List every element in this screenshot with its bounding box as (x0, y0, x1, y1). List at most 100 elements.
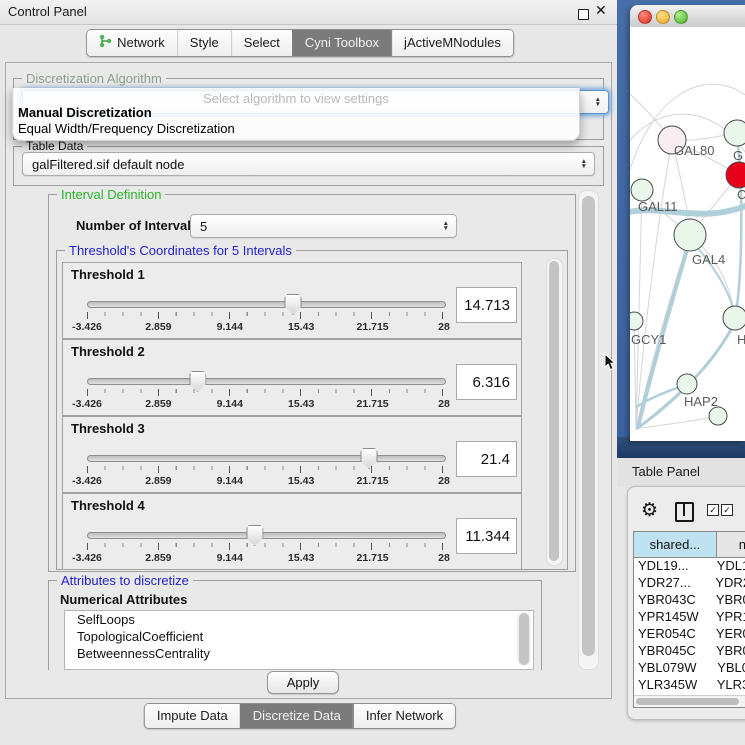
panel-scrollbar-thumb[interactable] (582, 196, 595, 656)
table-row[interactable]: YBR045CYBR0 (634, 643, 745, 660)
slider-track[interactable] (87, 378, 446, 385)
table-row[interactable]: YLR345WYLR3 (634, 677, 745, 694)
panel-scrollbar[interactable] (578, 190, 599, 670)
table-cell[interactable]: YPR145W (634, 609, 712, 626)
node-attribute-table: shared... n YDL19...YDL1YDR27...YDR2YBR0… (633, 531, 745, 708)
table-cell[interactable]: YDL19... (634, 558, 713, 575)
node-table-body: YDL19...YDL1YDR27...YDR2YBR043CYBR0YPR14… (634, 558, 745, 708)
tab-network[interactable]: Network (87, 30, 177, 56)
zoom-traffic-light-icon[interactable] (674, 10, 688, 24)
node-gal4[interactable] (674, 219, 706, 251)
numerical-attributes-list[interactable]: SelfLoopsTopologicalCoefficientBetweenne… (64, 610, 534, 670)
table-cell[interactable]: YER0 (712, 626, 745, 643)
slider-tick-labels: -3.4262.8599.14415.4321.71528 (87, 552, 444, 564)
slider-tick-label: 2.859 (145, 475, 171, 487)
table-horizontal-scrollbar[interactable] (634, 695, 745, 707)
table-cell[interactable]: YBR045C (634, 643, 712, 660)
table-cell[interactable]: YLR345W (634, 677, 713, 694)
column-header-name[interactable]: n (717, 532, 745, 557)
thresholds-scrollbar[interactable] (546, 258, 563, 566)
threshold-3-slider[interactable]: -3.4262.8599.14415.4321.71528 (87, 455, 444, 489)
algorithm-option-equal-width[interactable]: Equal Width/Frequency Discretization (18, 121, 235, 136)
close-traffic-light-icon[interactable] (638, 10, 652, 24)
threshold-3-value-field[interactable]: 21.4 (456, 441, 517, 477)
tab-style-label: Style (190, 35, 219, 50)
table-cell[interactable]: YBL0 (713, 660, 745, 677)
table-cell[interactable]: YBR0 (712, 643, 745, 660)
table-data-select[interactable]: galFiltered.sif default node ▲▼ (22, 152, 595, 176)
tab-infer-network[interactable]: Infer Network (353, 704, 455, 728)
node-bottom[interactable] (709, 407, 727, 425)
network-view-window[interactable]: GAL80 G C GAL11 GAL4 GCY1 H HAP2 (630, 5, 745, 441)
threshold-2-slider[interactable]: -3.4262.8599.14415.4321.71528 (87, 378, 444, 412)
node-right[interactable] (723, 306, 745, 330)
attribute-item[interactable]: BetweennessCentrality (65, 645, 533, 662)
table-row[interactable]: YBL079WYBL0 (634, 660, 745, 677)
table-row[interactable]: YDR27...YDR2 (634, 575, 745, 592)
threshold-1-value-field[interactable]: 14.713 (456, 287, 517, 323)
threshold-1-slider[interactable]: -3.4262.8599.14415.4321.71528 (87, 301, 444, 335)
tab-style[interactable]: Style (177, 30, 231, 56)
node-red-selected[interactable] (726, 162, 745, 188)
algorithm-option-manual[interactable]: Manual Discretization (18, 105, 152, 120)
table-row[interactable]: YBR043CYBR0 (634, 592, 745, 609)
node-gcy1[interactable] (630, 312, 643, 330)
slider-track[interactable] (87, 455, 446, 462)
float-window-icon[interactable] (578, 9, 589, 20)
table-cell[interactable]: YBL079W (634, 660, 713, 677)
minimize-traffic-light-icon[interactable] (656, 10, 670, 24)
table-cell[interactable]: YDR27... (634, 575, 711, 592)
interval-definition-title: Interval Definition (57, 187, 165, 202)
numerical-attributes-label: Numerical Attributes (60, 592, 187, 607)
slider-tick-label: 21.715 (357, 552, 389, 564)
number-of-intervals-select[interactable]: 5 ▲▼ (190, 214, 457, 238)
network-window-titlebar[interactable] (630, 5, 745, 28)
tab-impute-data[interactable]: Impute Data (145, 704, 240, 728)
control-panel-header (0, 0, 617, 25)
table-cell[interactable]: YBR0 (712, 592, 745, 609)
checkbox-icon-2[interactable]: ✓ (721, 504, 733, 516)
node-top-right[interactable] (724, 120, 745, 146)
table-cell[interactable]: YPR1 (712, 609, 745, 626)
thresholds-scrollbar-thumb[interactable] (549, 261, 559, 561)
table-cell[interactable]: YDL1 (713, 558, 745, 575)
slider-track[interactable] (87, 532, 446, 539)
attribute-item[interactable]: TopologicalCoefficient (65, 628, 533, 645)
gear-icon[interactable]: ⚙ (641, 499, 658, 522)
threshold-4-value-field[interactable]: 11.344 (456, 518, 517, 554)
slider-track[interactable] (87, 301, 446, 308)
node-gal11[interactable] (631, 179, 653, 201)
table-row[interactable]: YPR145WYPR1 (634, 609, 745, 626)
tab-cyni-toolbox[interactable]: Cyni Toolbox (292, 30, 391, 56)
table-cell[interactable]: YLR3 (713, 677, 745, 694)
tab-select[interactable]: Select (231, 30, 292, 56)
threshold-1-label: Threshold 1 (71, 267, 145, 282)
table-cell[interactable]: YDR2 (711, 575, 745, 592)
slider-tick-label: 28 (438, 321, 450, 333)
algorithm-placeholder-option[interactable]: Select algorithm to view settings (13, 91, 579, 106)
threshold-4-label: Threshold 4 (71, 498, 145, 513)
discretization-algorithm-group-title: Discretization Algorithm (22, 71, 166, 86)
attribute-item[interactable]: SelfLoops (65, 611, 533, 628)
attributes-scrollbar[interactable] (517, 612, 531, 666)
checkbox-icon-1[interactable]: ✓ (707, 504, 719, 516)
node-hap2[interactable] (677, 374, 697, 394)
apply-button[interactable]: Apply (267, 671, 339, 694)
tab-jactivemnodules[interactable]: jActiveMNodules (391, 30, 513, 56)
slider-tick-label: 9.144 (217, 475, 243, 487)
table-cell[interactable]: YBR043C (634, 592, 712, 609)
threshold-4-slider[interactable]: -3.4262.8599.14415.4321.71528 (87, 532, 444, 566)
table-cell[interactable]: YER054C (634, 626, 712, 643)
node-label-hap2: HAP2 (684, 394, 718, 409)
close-icon[interactable]: ✕ (595, 2, 607, 19)
column-header-shared-name[interactable]: shared... (634, 532, 717, 557)
network-canvas[interactable]: GAL80 G C GAL11 GAL4 GCY1 H HAP2 (630, 27, 745, 441)
threshold-2-value-field[interactable]: 6.316 (456, 364, 517, 400)
table-row[interactable]: YDL19...YDL1 (634, 558, 745, 575)
table-row[interactable]: YER054CYER0 (634, 626, 745, 643)
columns-icon[interactable] (675, 502, 694, 522)
table-horizontal-scrollbar-thumb[interactable] (636, 698, 739, 705)
slider-tick-label: 21.715 (357, 321, 389, 333)
tab-discretize-data[interactable]: Discretize Data (240, 704, 353, 728)
attributes-scrollbar-thumb[interactable] (519, 613, 529, 665)
